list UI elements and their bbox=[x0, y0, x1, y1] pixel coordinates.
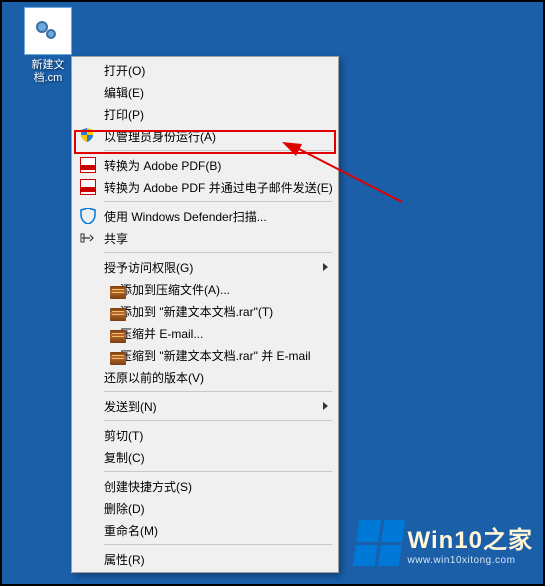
desktop-file-label: 新建文 档.cm bbox=[20, 59, 76, 85]
separator bbox=[104, 544, 332, 545]
separator bbox=[104, 252, 332, 253]
menu-properties-label: 属性(R) bbox=[104, 551, 332, 568]
cmd-file-icon bbox=[24, 7, 72, 55]
menu-share[interactable]: 共享 bbox=[74, 227, 336, 249]
gear-icon bbox=[36, 21, 60, 41]
menu-send-to[interactable]: 发送到(N) bbox=[74, 395, 336, 417]
menu-rename[interactable]: 重命名(M) bbox=[74, 519, 336, 541]
menu-delete-label: 删除(D) bbox=[104, 500, 332, 517]
menu-share-label: 共享 bbox=[104, 230, 332, 247]
menu-edit[interactable]: 编辑(E) bbox=[74, 81, 336, 103]
menu-compress-email-label: 压缩并 E-mail... bbox=[120, 325, 332, 342]
menu-add-to-rar-label: 添加到 "新建文本文档.rar"(T) bbox=[120, 303, 332, 320]
separator bbox=[104, 471, 332, 472]
menu-run-as-admin[interactable]: 以管理员身份运行(A) bbox=[74, 125, 336, 147]
menu-edit-label: 编辑(E) bbox=[104, 84, 332, 101]
menu-print[interactable]: 打印(P) bbox=[74, 103, 336, 125]
rar-icon bbox=[110, 286, 126, 299]
menu-compress-email[interactable]: 压缩并 E-mail... bbox=[74, 322, 336, 344]
menu-cut-label: 剪切(T) bbox=[104, 427, 332, 444]
context-menu: 打开(O) 编辑(E) 打印(P) 以管理员身份运行(A) 转换为 Adobe … bbox=[71, 56, 339, 573]
chevron-right-icon bbox=[323, 402, 328, 410]
menu-grant-access-label: 授予访问权限(G) bbox=[104, 259, 332, 276]
separator bbox=[104, 150, 332, 151]
menu-run-as-admin-label: 以管理员身份运行(A) bbox=[104, 128, 332, 145]
menu-compress-to-email[interactable]: 压缩到 "新建文本文档.rar" 并 E-mail bbox=[74, 344, 336, 366]
menu-convert-pdf-label: 转换为 Adobe PDF(B) bbox=[104, 157, 332, 174]
menu-open-label: 打开(O) bbox=[104, 62, 332, 79]
menu-add-to-rar[interactable]: 添加到 "新建文本文档.rar"(T) bbox=[74, 300, 336, 322]
share-icon bbox=[80, 230, 96, 246]
menu-add-archive-label: 添加到压缩文件(A)... bbox=[120, 281, 332, 298]
menu-delete[interactable]: 删除(D) bbox=[74, 497, 336, 519]
windows-logo-icon bbox=[352, 520, 404, 566]
menu-convert-pdf-email-label: 转换为 Adobe PDF 并通过电子邮件发送(E) bbox=[104, 179, 333, 196]
menu-cut[interactable]: 剪切(T) bbox=[74, 424, 336, 446]
brand-url: www.win10xitong.com bbox=[408, 555, 533, 566]
menu-grant-access[interactable]: 授予访问权限(G) bbox=[74, 256, 336, 278]
pdf-icon bbox=[80, 157, 96, 173]
brand-title: Win10之家 bbox=[408, 520, 533, 555]
shield-icon bbox=[80, 128, 94, 142]
separator bbox=[104, 420, 332, 421]
menu-send-to-label: 发送到(N) bbox=[104, 398, 332, 415]
rar-icon bbox=[110, 330, 126, 343]
rar-icon bbox=[110, 308, 126, 321]
defender-icon bbox=[80, 208, 96, 224]
menu-print-label: 打印(P) bbox=[104, 106, 332, 123]
menu-open[interactable]: 打开(O) bbox=[74, 59, 336, 81]
menu-compress-to-email-label: 压缩到 "新建文本文档.rar" 并 E-mail bbox=[120, 347, 332, 364]
menu-copy-label: 复制(C) bbox=[104, 449, 332, 466]
desktop-file-icon[interactable]: 新建文 档.cm bbox=[20, 7, 76, 85]
menu-rename-label: 重命名(M) bbox=[104, 522, 332, 539]
separator bbox=[104, 391, 332, 392]
menu-convert-pdf-email[interactable]: 转换为 Adobe PDF 并通过电子邮件发送(E) bbox=[74, 176, 336, 198]
pdf-email-icon bbox=[80, 179, 96, 195]
branding: Win10之家 www.win10xitong.com bbox=[356, 520, 533, 566]
menu-create-shortcut[interactable]: 创建快捷方式(S) bbox=[74, 475, 336, 497]
separator bbox=[104, 201, 332, 202]
menu-defender-label: 使用 Windows Defender扫描... bbox=[104, 208, 332, 225]
chevron-right-icon bbox=[323, 263, 328, 271]
menu-defender-scan[interactable]: 使用 Windows Defender扫描... bbox=[74, 205, 336, 227]
menu-restore-prev[interactable]: 还原以前的版本(V) bbox=[74, 366, 336, 388]
menu-copy[interactable]: 复制(C) bbox=[74, 446, 336, 468]
menu-convert-pdf[interactable]: 转换为 Adobe PDF(B) bbox=[74, 154, 336, 176]
menu-properties[interactable]: 属性(R) bbox=[74, 548, 336, 570]
menu-add-archive[interactable]: 添加到压缩文件(A)... bbox=[74, 278, 336, 300]
menu-restore-prev-label: 还原以前的版本(V) bbox=[104, 369, 332, 386]
rar-icon bbox=[110, 352, 126, 365]
menu-create-shortcut-label: 创建快捷方式(S) bbox=[104, 478, 332, 495]
